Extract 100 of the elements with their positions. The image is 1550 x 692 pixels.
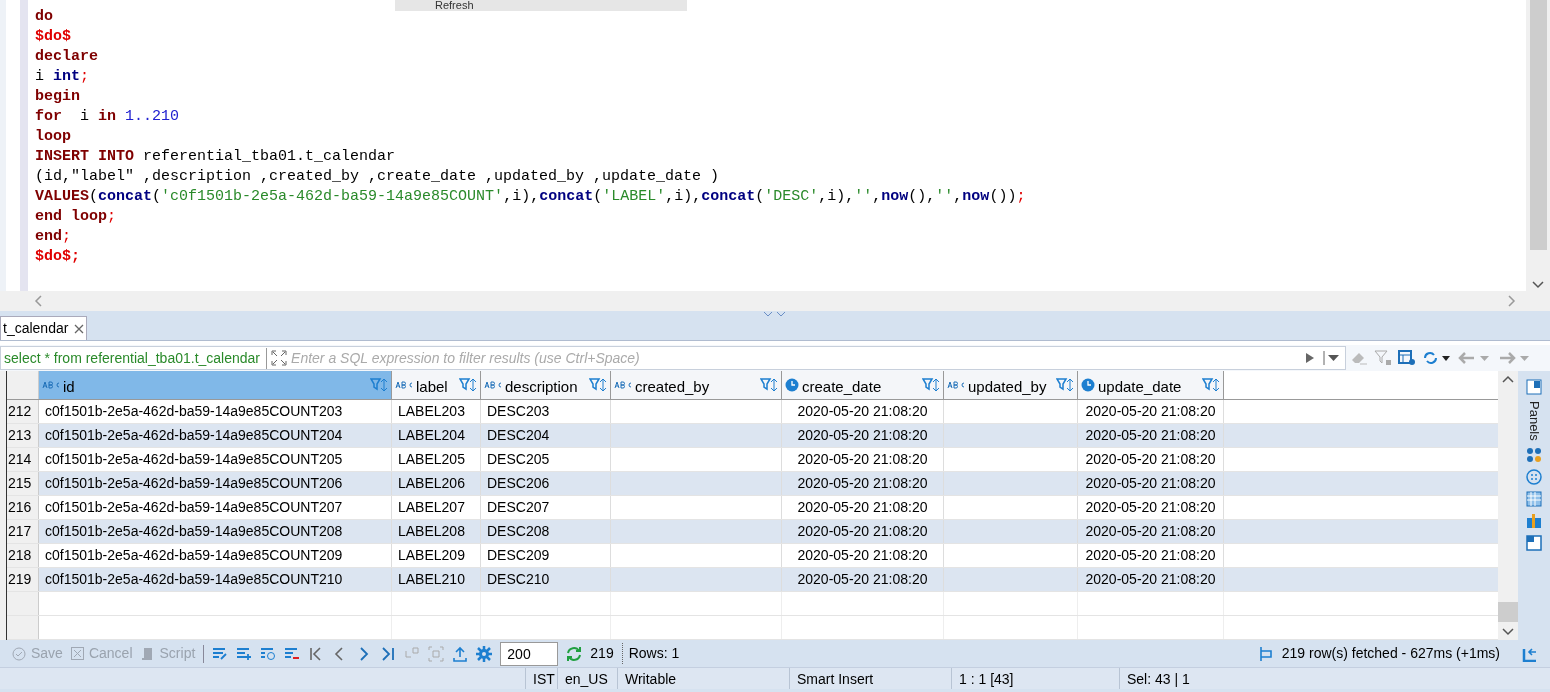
code-line: INSERT INTO referential_tba01.t_calendar xyxy=(35,147,397,167)
code-line: do xyxy=(35,7,54,27)
row-number[interactable]: 215 xyxy=(7,472,39,495)
table-cell: 2020-05-20 21:08:20 xyxy=(782,400,944,423)
table-cell: LABEL203 xyxy=(392,400,481,423)
eraser-icon[interactable] xyxy=(1350,350,1368,366)
layout-icon[interactable] xyxy=(1526,534,1542,551)
scroll-down-icon[interactable] xyxy=(1502,628,1514,636)
text-type-icon xyxy=(947,380,965,390)
results-tab[interactable]: t_calendar xyxy=(0,316,88,340)
table-cell: DESC205 xyxy=(481,448,611,471)
clock-icon xyxy=(785,378,799,392)
sort-filter-icon[interactable] xyxy=(459,377,477,393)
column-header[interactable]: update_date xyxy=(1078,371,1224,399)
dots-circle-icon[interactable] xyxy=(1526,468,1542,485)
row-number[interactable]: 214 xyxy=(7,448,39,471)
sort-filter-icon[interactable] xyxy=(589,377,607,393)
table-cell: 2020-05-20 21:08:20 xyxy=(1078,520,1224,543)
collapse-arrows-icon[interactable] xyxy=(763,311,787,317)
scroll-left-icon[interactable] xyxy=(34,295,42,307)
table-cell: DESC210 xyxy=(481,568,611,591)
scrollbar-thumb[interactable] xyxy=(1529,0,1547,250)
sort-filter-icon[interactable] xyxy=(760,377,778,393)
table-cell: 2020-05-20 21:08:20 xyxy=(782,544,944,567)
table-cell: LABEL205 xyxy=(392,448,481,471)
sort-filter-icon[interactable] xyxy=(1056,377,1074,393)
row-number[interactable]: 218 xyxy=(7,544,39,567)
settings-icon[interactable] xyxy=(476,645,493,662)
column-header[interactable]: id xyxy=(39,371,392,399)
row-number[interactable]: 217 xyxy=(7,520,39,543)
scrollbar-thumb[interactable] xyxy=(1498,602,1518,622)
row-number[interactable]: 219 xyxy=(7,568,39,591)
table-cell: c0f1501b-2e5a-462d-ba59-14a9e85COUNT203 xyxy=(39,400,392,423)
code-line: loop xyxy=(35,127,72,147)
fetch-size-field[interactable]: 200 xyxy=(500,641,559,666)
play-icon[interactable] xyxy=(1305,352,1315,364)
table-cell: LABEL209 xyxy=(392,544,481,567)
table-cell: c0f1501b-2e5a-462d-ba59-14a9e85COUNT208 xyxy=(39,520,392,543)
menu-item[interactable]: Refresh xyxy=(395,0,687,11)
status-field: Smart Insert xyxy=(789,668,951,689)
table-cell: DESC206 xyxy=(481,472,611,495)
sort-filter-icon[interactable] xyxy=(370,377,388,393)
scroll-right-icon[interactable] xyxy=(1508,295,1516,307)
forward-icon[interactable] xyxy=(1498,351,1532,365)
edit-row-icon[interactable] xyxy=(212,645,229,662)
circles-icon[interactable] xyxy=(1526,446,1542,463)
last-page-icon[interactable] xyxy=(380,645,397,662)
table-cell: DESC208 xyxy=(481,520,611,543)
back-icon[interactable] xyxy=(1458,351,1492,365)
row-number[interactable]: 212 xyxy=(7,400,39,423)
sort-filter-icon[interactable] xyxy=(922,377,940,393)
table-cell: 2020-05-20 21:08:20 xyxy=(782,496,944,519)
column-header[interactable]: create_date xyxy=(782,371,944,399)
fetch-status: 219 row(s) fetched - 627ms (+1ms) xyxy=(1281,644,1500,663)
row-number[interactable]: 213 xyxy=(7,424,39,447)
table-cell: DESC203 xyxy=(481,400,611,423)
table-cell: 2020-05-20 21:08:20 xyxy=(782,448,944,471)
code-line: i int; xyxy=(35,67,91,87)
dropdown-icon[interactable] xyxy=(1323,351,1341,365)
table-cell: DESC207 xyxy=(481,496,611,519)
status-field: 1 : 1 [43] xyxy=(951,668,1119,689)
table-cell: 2020-05-20 21:08:20 xyxy=(782,520,944,543)
rows-label: Rows: 1 xyxy=(621,643,680,664)
delete-row-icon[interactable] xyxy=(284,645,301,662)
refresh-icon[interactable] xyxy=(1422,350,1452,366)
scroll-document-icon xyxy=(140,646,155,661)
status-field: en_US xyxy=(557,668,617,689)
status-field: Writable xyxy=(617,668,789,689)
scroll-up-icon[interactable] xyxy=(1502,375,1514,383)
column-header[interactable]: created_by xyxy=(611,371,782,399)
add-row-icon[interactable] xyxy=(236,645,253,662)
column-header[interactable]: description xyxy=(481,371,611,399)
filter-field[interactable]: select * from referential_tba01.t_calendar Enter a SQL expression to filter results (use Ctrl+Space) xyxy=(0,346,1346,370)
filter-input[interactable]: Enter a SQL expression to filter results (use Ctrl+Space) xyxy=(291,347,1297,369)
scroll-down-icon[interactable] xyxy=(1532,281,1544,289)
sort-filter-icon[interactable] xyxy=(1202,377,1220,393)
copy-row-icon[interactable] xyxy=(260,645,277,662)
row-number[interactable]: 216 xyxy=(7,496,39,519)
table-cell: LABEL207 xyxy=(392,496,481,519)
table-cell: LABEL204 xyxy=(392,424,481,447)
close-icon[interactable] xyxy=(74,323,85,334)
table-cell: 2020-05-20 21:08:20 xyxy=(1078,472,1224,495)
column-header[interactable]: label xyxy=(392,371,481,399)
column-header[interactable]: updated_by xyxy=(944,371,1078,399)
code-line: $do$; xyxy=(35,247,81,267)
table-cell: c0f1501b-2e5a-462d-ba59-14a9e85COUNT204 xyxy=(39,424,392,447)
filter-icon[interactable] xyxy=(1374,350,1392,366)
panels-icon[interactable] xyxy=(1526,379,1542,395)
fetch-status-icon xyxy=(1257,645,1274,662)
export-icon[interactable] xyxy=(452,645,469,662)
panel-toggle-icon[interactable] xyxy=(1522,645,1538,662)
table-cell: c0f1501b-2e5a-462d-ba59-14a9e85COUNT210 xyxy=(39,568,392,591)
table-icon[interactable] xyxy=(1526,512,1542,529)
expand-icon[interactable] xyxy=(271,350,288,366)
table-cell: 2020-05-20 21:08:20 xyxy=(1078,568,1224,591)
grid-icon[interactable] xyxy=(1526,490,1542,507)
table-settings-icon[interactable] xyxy=(1398,350,1416,366)
panels-tab[interactable]: Panels xyxy=(1524,401,1544,441)
code-line: declare xyxy=(35,47,99,67)
table-cell: 2020-05-20 21:08:20 xyxy=(1078,544,1224,567)
